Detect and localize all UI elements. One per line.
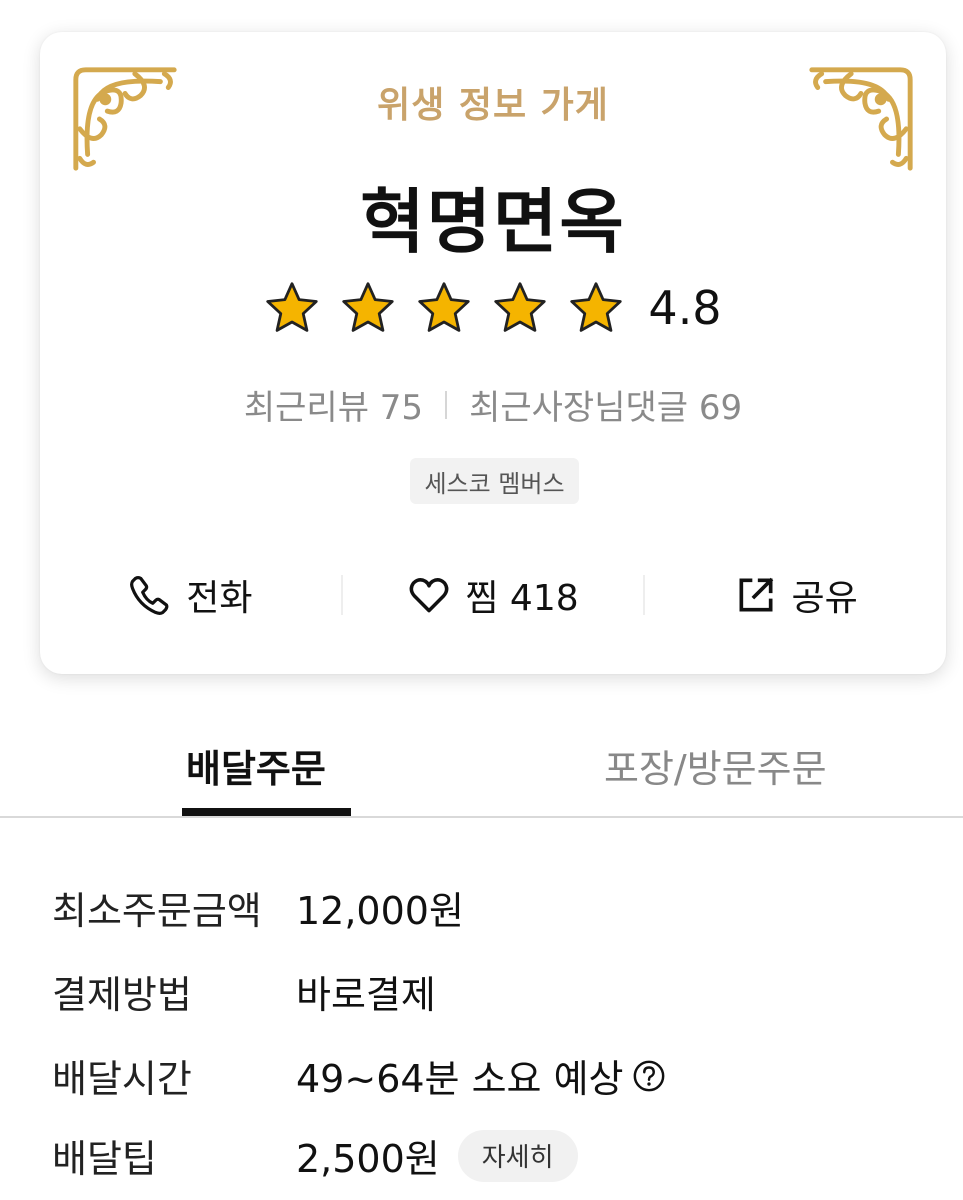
- star-icon: [570, 282, 623, 332]
- call-button[interactable]: 전화: [40, 569, 341, 621]
- recent-owner-replies-link[interactable]: 최근사장님댓글 69: [469, 380, 742, 429]
- min-order-value: 12,000원: [296, 889, 464, 933]
- delivery-time-label: 배달시간: [52, 1057, 192, 1101]
- share-label: 공유: [791, 578, 858, 619]
- delivery-tip-value: 2,500원: [296, 1137, 440, 1181]
- tab-pickup[interactable]: 포장/방문주문: [604, 738, 827, 793]
- share-icon: [739, 577, 773, 612]
- recent-reviews-link[interactable]: 최근리뷰 75: [244, 380, 423, 429]
- delivery-tip-row: 배달팁 2,500원 자세히: [52, 1128, 578, 1183]
- tab-delivery[interactable]: 배달주문: [186, 738, 326, 793]
- rating-value: 4.8: [648, 281, 722, 335]
- order-type-tabs: 배달주문 포장/방문주문: [0, 716, 963, 818]
- min-order-label: 최소주문금액: [52, 889, 262, 933]
- favorite-button[interactable]: 찜 418: [343, 569, 644, 621]
- delivery-tip-detail-button[interactable]: 자세히: [457, 1129, 578, 1182]
- heart-icon: [409, 578, 449, 613]
- delivery-time-row: 배달시간 49~64분 소요 예상: [52, 1048, 666, 1103]
- review-summary: 최근리뷰 75 최근사장님댓글 69: [40, 380, 946, 429]
- store-card: 위생 정보 가게 혁명면옥 4.8 최근리뷰 75 최근사장님댓글 69 세스코…: [40, 32, 946, 674]
- star-icon: [342, 282, 395, 332]
- active-tab-indicator: [182, 808, 351, 816]
- hygiene-badge: 위생 정보 가게: [377, 85, 609, 126]
- store-name: 혁명면옥: [360, 181, 626, 263]
- delivery-tip-label: 배달팁: [52, 1137, 157, 1181]
- payment-row: 결제방법 바로결제: [52, 964, 436, 1019]
- star-icon: [266, 282, 319, 332]
- favorite-label: 찜 418: [465, 578, 579, 619]
- payment-label: 결제방법: [52, 973, 192, 1017]
- share-button[interactable]: 공유: [645, 569, 946, 621]
- action-bar: 전화 찜 418 공유: [40, 562, 946, 628]
- member-chip: 세스코 멤버스: [410, 458, 579, 504]
- call-label: 전화: [186, 578, 253, 619]
- help-icon[interactable]: [632, 1059, 666, 1093]
- phone-icon: [130, 575, 169, 615]
- min-order-row: 최소주문금액 12,000원: [52, 880, 464, 935]
- rating-row[interactable]: 4.8: [40, 280, 946, 336]
- star-icon: [494, 282, 547, 332]
- divider: [445, 390, 448, 419]
- delivery-time-value: 49~64분 소요 예상: [296, 1057, 624, 1101]
- payment-value: 바로결제: [296, 973, 436, 1017]
- star-icon: [418, 282, 471, 332]
